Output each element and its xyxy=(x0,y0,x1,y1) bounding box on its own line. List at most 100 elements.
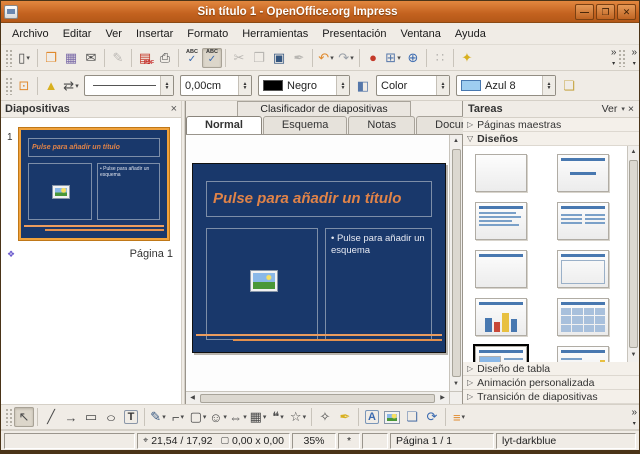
line-style-select[interactable]: ▲▼ xyxy=(84,75,174,96)
arrow-icon[interactable]: → xyxy=(61,407,81,427)
glue-points-icon[interactable]: ✒ xyxy=(335,407,355,427)
horizontal-scrollbar[interactable]: ◀ ▶ xyxy=(186,391,449,404)
undo-dropdown-icon[interactable]: ▾ xyxy=(330,54,334,62)
format-paintbrush-icon[interactable]: ✒ xyxy=(289,48,309,68)
alignment-icon[interactable]: ≡▾ xyxy=(449,407,469,427)
callouts-icon[interactable]: ❝▾ xyxy=(268,407,288,427)
picture-placeholder[interactable] xyxy=(206,228,318,340)
undo-icon[interactable]: ↶▾ xyxy=(316,48,336,68)
menu-ventana[interactable]: Ventana xyxy=(393,25,447,43)
flowchart-icon[interactable]: ▦▾ xyxy=(248,407,268,427)
export-pdf-icon[interactable]: ▤PDF xyxy=(135,48,155,68)
stars-icon[interactable]: ☆▾ xyxy=(288,407,308,427)
presentation-toolbar-overflow-button[interactable]: »▾ xyxy=(631,48,637,67)
layout-title-only[interactable] xyxy=(475,250,527,288)
section-disenos[interactable]: ▽ Diseños xyxy=(463,132,639,146)
section-transicion-de-diapositivas[interactable]: ▷ Transición de diapositivas xyxy=(463,390,639,404)
scroll-down-icon[interactable]: ▼ xyxy=(627,349,639,362)
copy-icon[interactable]: ❐ xyxy=(249,48,269,68)
line-width-value[interactable]: 0,00cm xyxy=(185,80,238,92)
layout-title-picture-outline[interactable] xyxy=(475,346,527,362)
vertical-scrollbar[interactable]: ▲ ▼ xyxy=(449,135,462,391)
fill-style-select[interactable]: Color ▲▼ xyxy=(376,75,450,96)
tab-notas[interactable]: Notas xyxy=(348,116,415,134)
minimize-button[interactable]: — xyxy=(575,4,594,20)
menu-editar[interactable]: Editar xyxy=(56,25,99,43)
fontwork-icon[interactable]: A xyxy=(362,407,382,427)
outline-placeholder[interactable]: • Pulse para añadir un esquema xyxy=(325,228,432,340)
zoom-field[interactable]: 35% xyxy=(292,433,336,449)
hyperlink-icon[interactable]: ⊕ xyxy=(403,48,423,68)
table-dropdown-icon[interactable]: ▾ xyxy=(397,54,401,62)
curve-icon[interactable]: ✎▾ xyxy=(148,407,168,427)
layout-title-content[interactable] xyxy=(557,154,609,192)
line-dialog-icon[interactable]: ▲ xyxy=(41,76,61,96)
layout-title-outline-chart[interactable] xyxy=(557,346,609,362)
view-dropdown-icon[interactable]: ▾ xyxy=(621,105,625,113)
drawing-toolbar-overflow-button[interactable]: »▾ xyxy=(631,408,637,427)
table-icon[interactable]: ⊞▾ xyxy=(383,48,403,68)
line-icon[interactable]: ╱ xyxy=(41,407,61,427)
menu-presentacion[interactable]: Presentación xyxy=(315,25,393,43)
email-icon[interactable]: ✉ xyxy=(81,48,101,68)
layout-blank[interactable] xyxy=(475,154,527,192)
section-paginas-maestras[interactable]: ▷ Páginas maestras xyxy=(463,118,639,132)
line-width-input[interactable]: 0,00cm ▲▼ xyxy=(180,75,252,96)
menu-insertar[interactable]: Insertar xyxy=(129,25,180,43)
rotate-icon[interactable]: ⟳ xyxy=(422,407,442,427)
layout-title-outline[interactable] xyxy=(475,202,527,240)
fill-style-spinner[interactable]: ▲▼ xyxy=(436,76,449,95)
display-grid-icon[interactable]: ∷ xyxy=(430,48,450,68)
scroll-up-icon[interactable]: ▲ xyxy=(627,146,639,159)
toolbar-overflow-button[interactable]: »▾ xyxy=(611,48,617,67)
scroll-right-icon[interactable]: ▶ xyxy=(436,392,449,405)
scroll-left-icon[interactable]: ◀ xyxy=(186,392,199,405)
insert-picture-icon[interactable] xyxy=(382,407,402,427)
fill-style-value[interactable]: Color xyxy=(381,80,436,92)
save-icon[interactable]: ▦ xyxy=(61,48,81,68)
tasks-panel-close-icon[interactable]: × xyxy=(628,103,634,115)
menu-herramientas[interactable]: Herramientas xyxy=(235,25,315,43)
slide-thumbnail[interactable]: Pulse para añadir un título • Pulse para… xyxy=(19,128,169,240)
auto-spellcheck-icon[interactable]: ABC✓ xyxy=(202,48,222,68)
fill-color-value[interactable]: Azul 8 xyxy=(485,80,542,92)
scrollbar-thumb[interactable] xyxy=(452,149,461,377)
chart-icon[interactable]: ● xyxy=(363,48,383,68)
title-placeholder[interactable]: Pulse para añadir un título xyxy=(206,181,432,217)
basic-shapes-icon[interactable]: ▢▾ xyxy=(188,407,208,427)
fill-color-spinner[interactable]: ▲▼ xyxy=(542,76,555,95)
toolbar-grip[interactable] xyxy=(5,77,12,95)
cut-icon[interactable]: ✂ xyxy=(229,48,249,68)
layout-title-two-outlines[interactable] xyxy=(557,202,609,240)
layout-title-spreadsheet[interactable] xyxy=(557,298,609,336)
layout-title-content-frame[interactable] xyxy=(557,250,609,288)
scroll-up-icon[interactable]: ▲ xyxy=(450,135,463,148)
gallery-icon[interactable]: ❏ xyxy=(402,407,422,427)
line-style-spinner[interactable]: ▲▼ xyxy=(160,76,173,95)
layouts-scrollbar[interactable]: ▲ ▼ xyxy=(627,146,639,362)
tasks-view-button[interactable]: Ver ▾ × xyxy=(602,103,634,115)
menu-ver[interactable]: Ver xyxy=(98,25,129,43)
arrow-style-icon[interactable]: ⇄▾ xyxy=(61,76,81,96)
layout-title-chart[interactable] xyxy=(475,298,527,336)
scrollbar-thumb[interactable] xyxy=(200,394,435,403)
section-animacion-personalizada[interactable]: ▷ Animación personalizada xyxy=(463,376,639,390)
line-color-select[interactable]: Negro ▲▼ xyxy=(258,75,350,96)
toolbar-grip[interactable] xyxy=(618,49,625,67)
print-icon[interactable]: ⎙ xyxy=(155,48,175,68)
redo-dropdown-icon[interactable]: ▾ xyxy=(350,54,354,62)
new-document-icon[interactable]: ▯▾ xyxy=(14,48,34,68)
menu-formato[interactable]: Formato xyxy=(180,25,235,43)
section-diseno-de-tabla[interactable]: ▷ Diseño de tabla xyxy=(463,362,639,376)
slide-canvas[interactable]: Pulse para añadir un título • Pulse para… xyxy=(186,135,449,391)
tab-clasificador[interactable]: Clasificador de diapositivas xyxy=(237,101,410,116)
toolbar-grip[interactable] xyxy=(5,408,12,426)
menu-archivo[interactable]: Archivo xyxy=(5,25,56,43)
redo-icon[interactable]: ↷▾ xyxy=(336,48,356,68)
scroll-down-icon[interactable]: ▼ xyxy=(450,378,463,391)
slides-panel-close-icon[interactable]: × xyxy=(171,103,177,115)
new-dropdown-icon[interactable]: ▾ xyxy=(26,54,30,62)
maximize-button[interactable]: ❐ xyxy=(596,4,615,20)
tab-esquema[interactable]: Esquema xyxy=(263,116,347,134)
toolbar-grip[interactable] xyxy=(5,49,12,67)
